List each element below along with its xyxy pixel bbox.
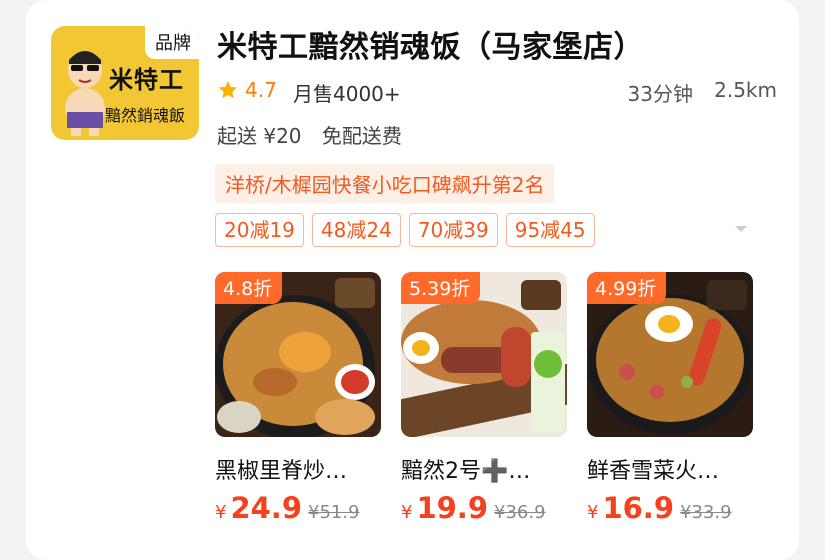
rank-badge[interactable]: 洋桥/木樨园快餐小吃口碑飙升第2名 — [215, 164, 555, 203]
currency-symbol: ¥ — [215, 502, 227, 523]
distance: 2.5km — [714, 78, 777, 102]
store-stats-row: 4.7 月售4000+ 33分钟 2.5km — [217, 76, 777, 106]
item-price: ¥16.9 ¥33.9 — [587, 491, 732, 525]
discount-tag: 4.99折 — [587, 272, 667, 304]
original-price: ¥36.9 — [494, 502, 546, 523]
brand-badge: 品牌 — [145, 26, 199, 59]
logo-sub-text: 黯然銷魂飯 — [105, 106, 186, 125]
store-name[interactable]: 米特工黯然销魂饭（马家堡店） — [217, 22, 644, 66]
item-name[interactable]: 鲜香雪菜火… — [587, 453, 757, 485]
star-icon — [218, 80, 238, 99]
food-image[interactable]: 4.8折 — [215, 272, 381, 437]
chevron-down-icon[interactable] — [734, 224, 748, 234]
discount-tag: 5.39折 — [401, 272, 481, 304]
item-name[interactable]: 黑椒里脊炒… — [215, 453, 385, 485]
current-price: 19.9 — [416, 491, 489, 525]
coupon-tag[interactable]: 48减24 — [311, 213, 401, 247]
store-rating: 4.7 — [245, 78, 277, 102]
item-price: ¥24.9 ¥51.9 — [215, 491, 360, 525]
coupon-tag[interactable]: 70减39 — [408, 213, 498, 247]
monthly-sales: 月售4000+ — [293, 82, 401, 106]
food-image[interactable]: 5.39折 — [401, 272, 567, 437]
coupon-list: 20减19 48减24 70减39 95减45 — [215, 213, 603, 247]
item-name[interactable]: 黯然2号➕… — [401, 453, 571, 485]
delivery-fee: 免配送费 — [321, 124, 402, 148]
current-price: 24.9 — [230, 491, 303, 525]
mascot-icon — [65, 51, 105, 136]
min-order: 起送 ¥20 — [217, 124, 302, 148]
currency-symbol: ¥ — [587, 502, 599, 523]
store-logo[interactable]: 米特工 黯然銷魂飯 品牌 — [51, 26, 199, 140]
original-price: ¥33.9 — [680, 502, 732, 523]
delivery-info-row: 起送 ¥20 免配送费 — [217, 120, 416, 149]
original-price: ¥51.9 — [308, 502, 360, 523]
food-image[interactable]: 4.99折 — [587, 272, 753, 437]
item-price: ¥19.9 ¥36.9 — [401, 491, 546, 525]
currency-symbol: ¥ — [401, 502, 413, 523]
logo-brand-text: 米特工 — [109, 65, 184, 94]
current-price: 16.9 — [602, 491, 675, 525]
delivery-time: 33分钟 — [627, 82, 693, 106]
discount-tag: 4.8折 — [215, 272, 283, 304]
coupon-tag[interactable]: 20减19 — [215, 213, 304, 247]
coupon-tag[interactable]: 95减45 — [505, 213, 595, 247]
